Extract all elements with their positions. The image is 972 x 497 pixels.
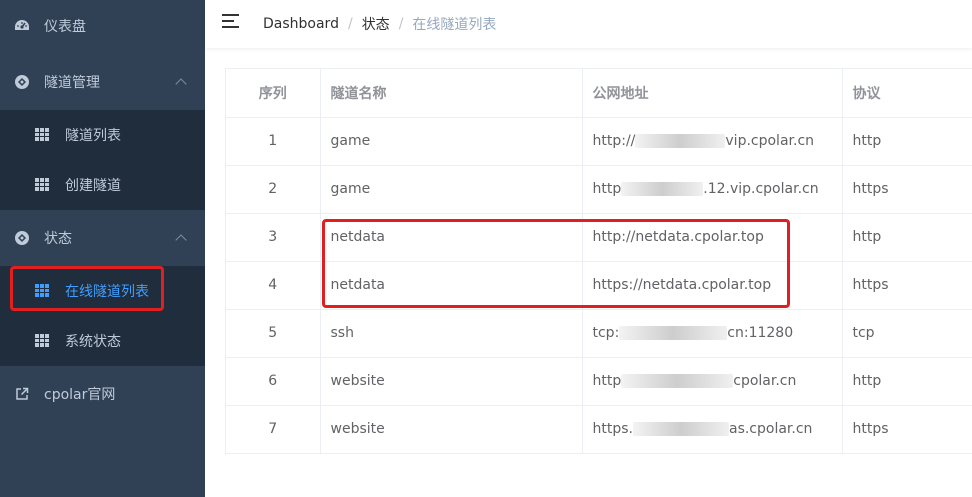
address-prefix: http <box>592 373 622 389</box>
breadcrumb: Dashboard / 状态 / 在线隧道列表 <box>263 14 496 34</box>
sidebar-item-cpolar-website[interactable]: cpolar官网 <box>0 368 205 420</box>
cell-address: https://netdata.cpolar.top <box>582 261 843 310</box>
sidebar-item-label: 状态 <box>44 231 72 247</box>
column-header-index: 序列 <box>226 69 321 118</box>
table-icon <box>35 128 49 141</box>
table-row: 4 netdata https://netdata.cpolar.top htt… <box>226 261 972 310</box>
cell-address: http cpolar.cn <box>582 357 843 406</box>
address-prefix: https://netdata.cpolar.top <box>592 277 772 293</box>
sidebar-item-status[interactable]: 状态 <box>0 212 205 264</box>
table-icon <box>35 334 49 347</box>
table-icon <box>35 178 49 191</box>
cell-index: 4 <box>226 261 321 310</box>
table-row: 2 game http .12.vip.cpolar.cn https <box>226 165 972 214</box>
address-suffix: vip.cpolar.cn <box>725 133 815 149</box>
cell-address: http:// vip.cpolar.cn <box>582 117 843 166</box>
table-row: 3 netdata http://netdata.cpolar.top http <box>226 213 972 262</box>
cell-protocol: http <box>842 213 972 262</box>
address-suffix: .12.vip.cpolar.cn <box>703 181 819 197</box>
dashboard-icon <box>14 18 30 34</box>
cell-index: 3 <box>226 213 321 262</box>
sidebar-item-dashboard[interactable]: 仪表盘 <box>0 0 205 52</box>
cell-address: http://netdata.cpolar.top <box>582 213 843 262</box>
table-row: 6 website http cpolar.cn http <box>226 357 972 406</box>
sidebar-item-tunnel-list[interactable]: 隧道列表 <box>0 110 205 160</box>
sidebar-item-label: 隧道列表 <box>65 128 121 144</box>
address-prefix: http:// <box>592 133 636 149</box>
cell-protocol: tcp <box>842 309 972 358</box>
address-prefix: http://netdata.cpolar.top <box>592 229 764 245</box>
sidebar-item-create-tunnel[interactable]: 创建隧道 <box>0 160 205 210</box>
cell-name: game <box>320 117 583 166</box>
table-row: 5 ssh tcp: cn:11280 tcp <box>226 309 972 358</box>
sidebar-item-label: 隧道管理 <box>44 75 100 91</box>
breadcrumb-separator: / <box>398 16 404 32</box>
sidebar-item-tunnel-management[interactable]: 隧道管理 <box>0 56 205 108</box>
address-prefix: tcp: <box>592 325 620 341</box>
table-icon <box>35 284 49 297</box>
cell-address: http .12.vip.cpolar.cn <box>582 165 843 214</box>
cell-protocol: https <box>842 261 972 310</box>
cell-index: 7 <box>226 405 321 454</box>
address-suffix: cpolar.cn <box>733 373 797 389</box>
column-header-address: 公网地址 <box>582 69 843 118</box>
sidebar-item-label: 在线隧道列表 <box>65 284 149 300</box>
submenu-tunnel-management: 隧道列表 创建隧道 <box>0 110 205 210</box>
sidebar-item-label: 仪表盘 <box>44 19 86 35</box>
navbar: Dashboard / 状态 / 在线隧道列表 <box>205 0 972 48</box>
cell-name: website <box>320 357 583 406</box>
cpolar-icon <box>14 74 30 90</box>
column-header-name: 隧道名称 <box>320 69 583 118</box>
redaction-blur <box>621 182 704 196</box>
chevron-up-icon <box>175 78 187 90</box>
cell-address: https. as.cpolar.cn <box>582 405 843 454</box>
submenu-status: 在线隧道列表 系统状态 <box>0 266 205 366</box>
breadcrumb-item-dashboard[interactable]: Dashboard <box>263 16 339 32</box>
cell-index: 6 <box>226 357 321 406</box>
breadcrumb-separator: / <box>347 16 353 32</box>
column-header-protocol: 协议 <box>842 69 972 118</box>
redaction-blur <box>621 374 734 388</box>
redaction-blur <box>632 422 729 436</box>
sidebar-item-label: cpolar官网 <box>44 387 116 403</box>
breadcrumb-item-current: 在线隧道列表 <box>412 17 497 33</box>
table-header-row: 序列 隧道名称 公网地址 协议 <box>226 69 972 118</box>
hamburger-icon[interactable] <box>222 14 239 28</box>
address-prefix: http <box>592 181 622 197</box>
sidebar: 仪表盘 隧道管理 隧道列表 创建隧道 状态 在线隧道列表 系统状态 cpolar… <box>0 0 205 497</box>
sidebar-item-system-status[interactable]: 系统状态 <box>0 316 205 366</box>
external-link-icon <box>14 386 30 402</box>
sidebar-item-label: 创建隧道 <box>65 178 121 194</box>
cpolar-icon <box>14 230 30 246</box>
cell-name: ssh <box>320 309 583 358</box>
table-row: 1 game http:// vip.cpolar.cn http <box>226 117 972 166</box>
cell-name: netdata <box>320 261 583 310</box>
address-prefix: https. <box>592 421 633 437</box>
cell-protocol: https <box>842 405 972 454</box>
cell-index: 5 <box>226 309 321 358</box>
cell-name: netdata <box>320 213 583 262</box>
sidebar-item-online-tunnels[interactable]: 在线隧道列表 <box>0 266 205 316</box>
chevron-up-icon <box>175 234 187 246</box>
cell-index: 1 <box>226 117 321 166</box>
cell-protocol: https <box>842 165 972 214</box>
sidebar-item-label: 系统状态 <box>65 334 121 350</box>
table-row: 7 website https. as.cpolar.cn https <box>226 405 972 454</box>
cell-address: tcp: cn:11280 <box>582 309 843 358</box>
breadcrumb-item-status: 状态 <box>361 17 390 33</box>
cell-protocol: http <box>842 357 972 406</box>
address-suffix: as.cpolar.cn <box>728 421 813 437</box>
tunnel-table: 序列 隧道名称 公网地址 协议 1 game http:// vip.cpolar… <box>225 68 972 455</box>
cell-protocol: http <box>842 117 972 166</box>
cell-index: 2 <box>226 165 321 214</box>
redaction-blur <box>619 326 728 340</box>
cell-name: game <box>320 165 583 214</box>
address-suffix: cn:11280 <box>727 325 794 341</box>
cell-name: website <box>320 405 583 454</box>
redaction-blur <box>635 134 726 148</box>
